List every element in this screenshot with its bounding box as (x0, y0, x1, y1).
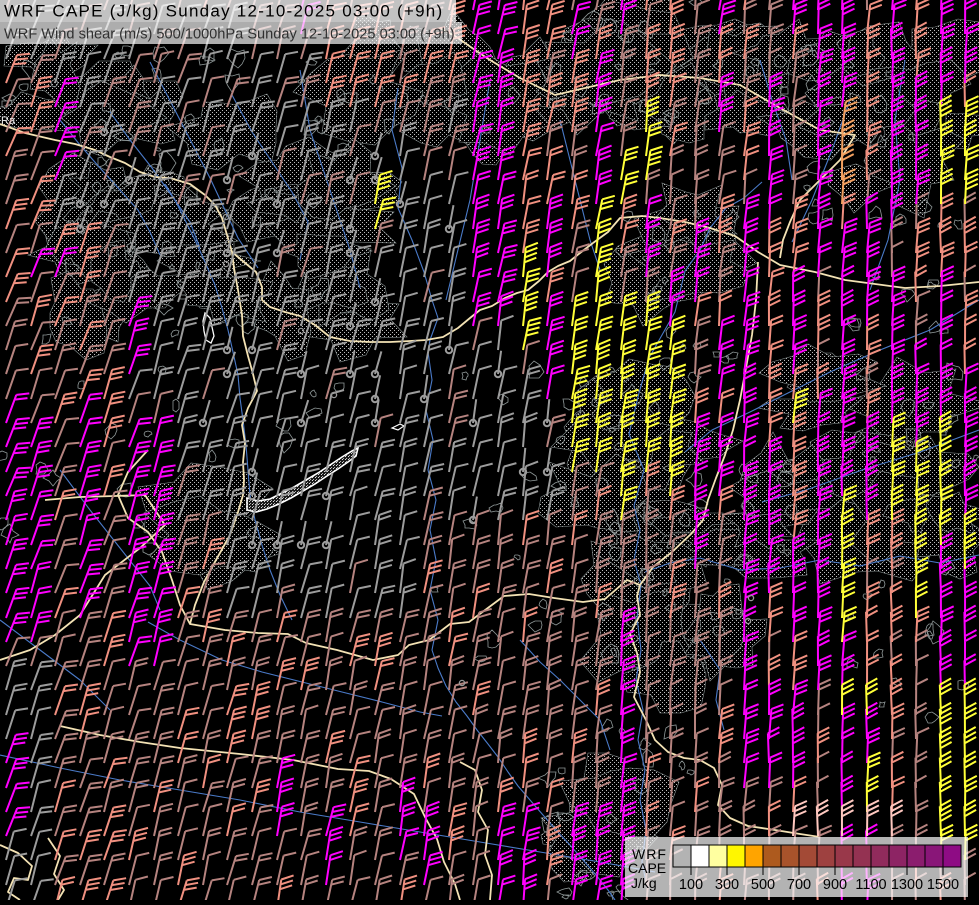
svg-text:WRF Wind shear (m/s) 500/1000h: WRF Wind shear (m/s) 500/1000hPa Sunday … (4, 27, 455, 43)
svg-text:1500: 1500 (927, 877, 959, 893)
svg-text:500: 500 (751, 877, 775, 893)
svg-text:1100: 1100 (855, 877, 886, 893)
svg-text:CAPE: CAPE (628, 860, 666, 876)
svg-text:J/kg: J/kg (631, 875, 657, 891)
svg-text:300: 300 (715, 877, 739, 893)
svg-text:900: 900 (823, 877, 847, 893)
svg-text:1300: 1300 (891, 877, 923, 893)
svg-text:Ra: Ra (1, 115, 16, 127)
svg-text:WRF CAPE (J/kg) Sunday 12-10-2: WRF CAPE (J/kg) Sunday 12-10-2025 03:00 … (4, 2, 443, 21)
svg-text:700: 700 (787, 877, 811, 893)
svg-text:100: 100 (679, 877, 703, 893)
